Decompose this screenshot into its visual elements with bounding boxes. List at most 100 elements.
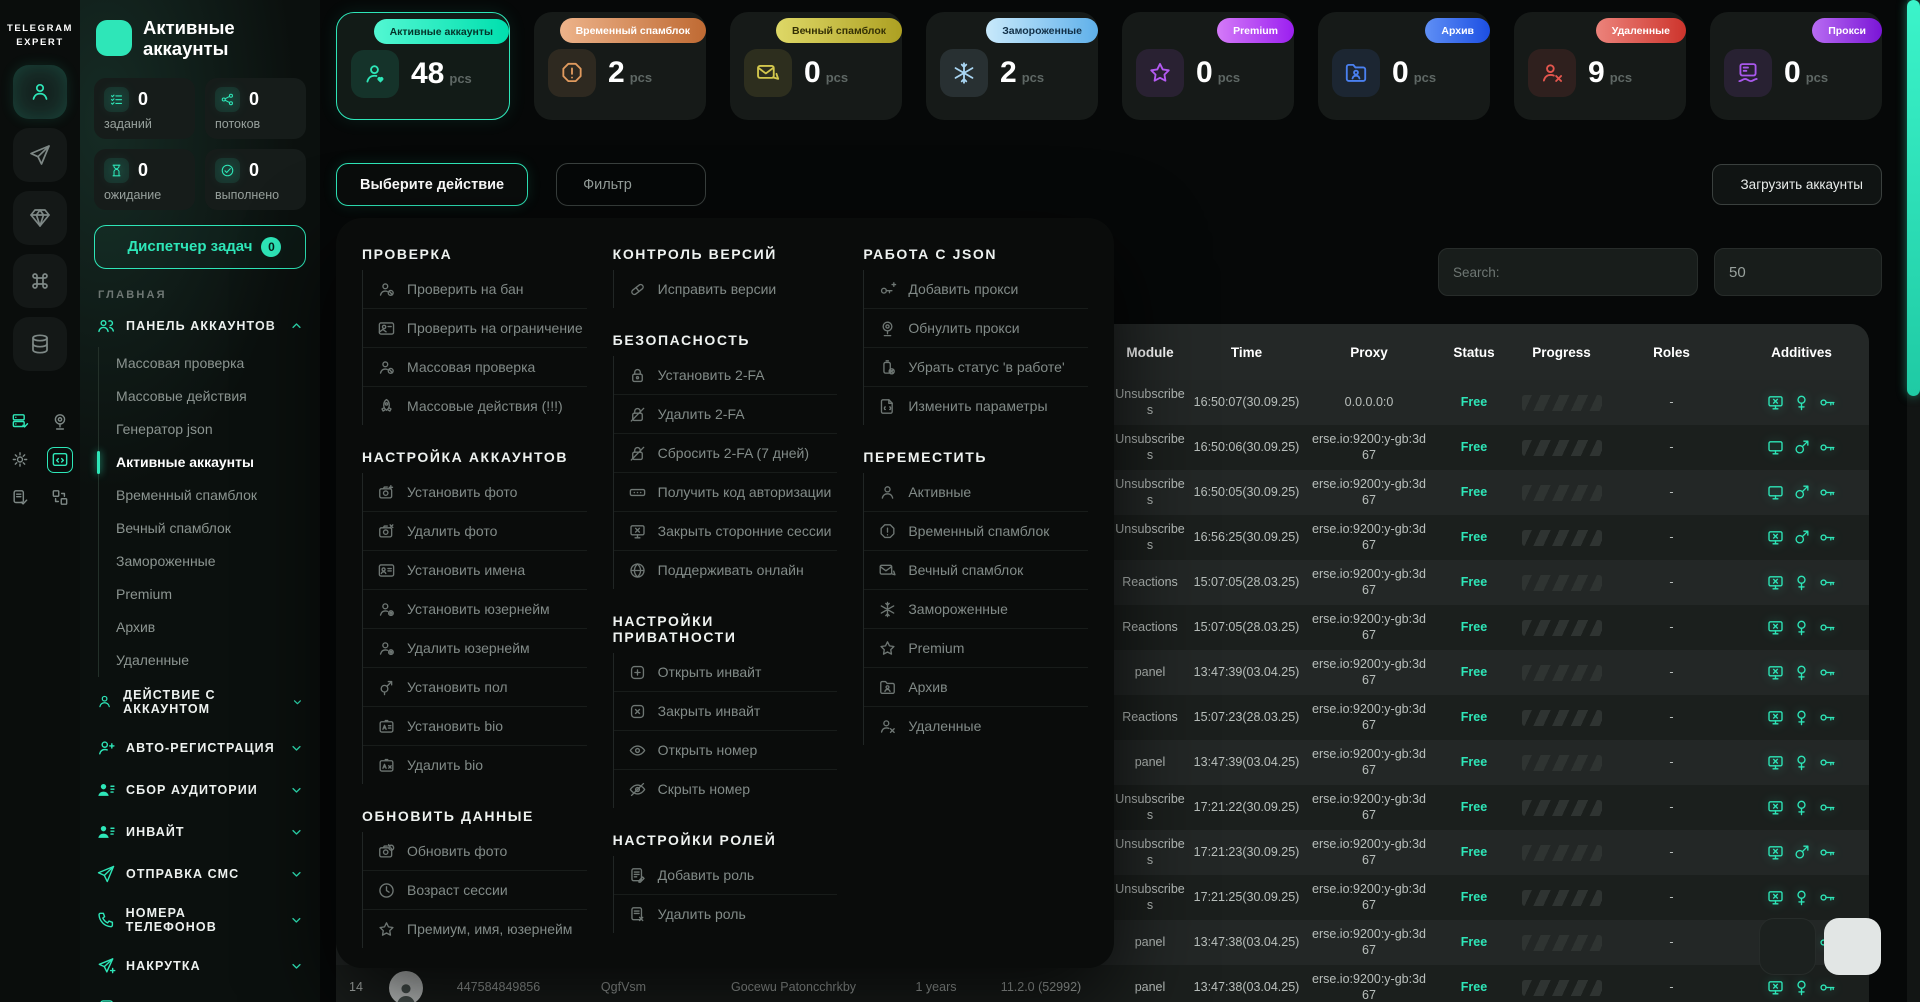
sidebar-subitem-Активные аккаунты[interactable]: Активные аккаунты: [99, 446, 320, 479]
table-row[interactable]: 14447584849856QgfVsmGocewu Patoncchrkby1…: [336, 965, 1869, 1002]
menu-item-Массовая проверка[interactable]: Массовая проверка: [363, 348, 587, 387]
menu-item-Проверить на бан[interactable]: Проверить на бан: [363, 270, 587, 309]
menu-item-Убрать статус 'в работе'[interactable]: Убрать статус 'в работе': [864, 348, 1088, 387]
progress-bar: [1522, 845, 1602, 861]
menu-item-Массовые действия (!!!)[interactable]: Массовые действия (!!!): [363, 387, 587, 425]
cell-time: 15:07:05(28.03.25): [1189, 620, 1304, 636]
sidebar-subitem-Массовая проверка[interactable]: Массовая проверка: [99, 347, 320, 380]
menu-item-Исправить версии[interactable]: Исправить версии: [614, 270, 838, 308]
menu-item-Обновить фото[interactable]: Обновить фото: [363, 832, 587, 871]
rail-item-tools[interactable]: [13, 254, 67, 308]
menu-item-Открыть номер[interactable]: Открыть номер: [614, 731, 838, 770]
rail-tool-document-check[interactable]: [7, 485, 33, 511]
status-card-Временный спамблок[interactable]: Временный спамблок2pcs: [534, 12, 706, 120]
sidebar-subitem-Массовые действия[interactable]: Массовые действия: [99, 380, 320, 413]
status-card-Premium[interactable]: Premium0pcs: [1122, 12, 1294, 120]
sidebar-subitem-Удаленные[interactable]: Удаленные: [99, 644, 320, 677]
menu-item-Установить имена[interactable]: Установить имена: [363, 551, 587, 590]
menu-item-Установить bio[interactable]: Установить bio: [363, 707, 587, 746]
status-card-Архив[interactable]: Архив0pcs: [1318, 12, 1490, 120]
scroll-to-bottom-button[interactable]: [1759, 918, 1816, 975]
sidebar-subitem-Вечный спамблок[interactable]: Вечный спамблок: [99, 512, 320, 545]
progress-bar: [1522, 395, 1602, 411]
rail-item-accounts[interactable]: [13, 65, 67, 119]
menu-item-Проверить на ограничение[interactable]: Проверить на ограничение: [363, 309, 587, 348]
menu-item-label: Закрыть инвайт: [658, 703, 761, 719]
menu-item-Обнулить прокси[interactable]: Обнулить прокси: [864, 309, 1088, 348]
menu-item-Удалить фото[interactable]: Удалить фото: [363, 512, 587, 551]
menu-item-Премиум, имя, юзернейм[interactable]: Премиум, имя, юзернейм: [363, 910, 587, 948]
cell-module: Unsubscribes: [1111, 387, 1189, 418]
sidebar-subitem-Premium[interactable]: Premium: [99, 578, 320, 611]
menu-item-Добавить прокси[interactable]: Добавить прокси: [864, 270, 1088, 309]
rail-tool-qr-transfer[interactable]: [47, 485, 73, 511]
page-size-select[interactable]: 50: [1714, 248, 1882, 296]
menu-item-Открыть инвайт[interactable]: Открыть инвайт: [614, 653, 838, 692]
sidebar-subitem-Замороженные[interactable]: Замороженные: [99, 545, 320, 578]
menu-item-Удаленные[interactable]: Удаленные: [864, 707, 1088, 745]
menu-item-Premium[interactable]: Premium: [864, 629, 1088, 668]
status-card-Вечный спамблок[interactable]: Вечный спамблок0pcs: [730, 12, 902, 120]
menu-item-Закрыть сторонние сессии[interactable]: Закрыть сторонние сессии: [614, 512, 838, 551]
sidebar-item-КНИГА КОНТАКТОВ[interactable]: КНИГА КОНТАКТОВ: [80, 987, 320, 1002]
menu-item-Замороженные[interactable]: Замороженные: [864, 590, 1088, 629]
rail-tool-settings[interactable]: [7, 447, 33, 473]
menu-item-Получить код авторизации[interactable]: Получить код авторизации: [614, 473, 838, 512]
menu-item-Установить 2-FA[interactable]: Установить 2-FA: [614, 356, 838, 395]
rail-item-premium[interactable]: [13, 191, 67, 245]
dispatcher-badge: 0: [261, 237, 281, 257]
cell-status: Free: [1434, 935, 1514, 951]
menu-item-Активные[interactable]: Активные: [864, 473, 1088, 512]
scroll-to-top-button[interactable]: [1824, 918, 1881, 975]
status-card-Активные аккаунты[interactable]: Активные аккаунты48pcs: [336, 12, 510, 120]
search-input[interactable]: [1438, 248, 1698, 296]
menu-item-Возраст сессии[interactable]: Возраст сессии: [363, 871, 587, 910]
sidebar-item-ОТПРАВКА СМС[interactable]: ОТПРАВКА СМС: [80, 853, 320, 895]
menu-item-Изменить параметры[interactable]: Изменить параметры: [864, 387, 1088, 425]
menu-item-Поддерживать онлайн[interactable]: Поддерживать онлайн: [614, 551, 838, 589]
menu-item-Установить фото[interactable]: Установить фото: [363, 473, 587, 512]
sidebar-item-НОМЕРА ТЕЛЕФОНОВ[interactable]: НОМЕРА ТЕЛЕФОНОВ: [80, 895, 320, 945]
menu-item-Удалить роль[interactable]: Удалить роль: [614, 895, 838, 933]
rail-tool-webcam[interactable]: [47, 409, 73, 435]
menu-section-title: НАСТРОЙКИ РОЛЕЙ: [613, 832, 838, 848]
sidebar-subitem-Архив[interactable]: Архив: [99, 611, 320, 644]
female-icon: [1792, 888, 1811, 907]
select-action-button[interactable]: Выберите действие: [336, 163, 528, 206]
menu-item-Архив[interactable]: Архив: [864, 668, 1088, 707]
menu-item-Закрыть инвайт[interactable]: Закрыть инвайт: [614, 692, 838, 731]
cell-module: Unsubscribes: [1111, 792, 1189, 823]
scrollbar-thumb[interactable]: [1907, 0, 1920, 396]
menu-item-Установить пол[interactable]: Установить пол: [363, 668, 587, 707]
octagon-alert-icon: [878, 522, 897, 541]
task-dispatcher-button[interactable]: Диспетчер задач 0: [94, 225, 306, 269]
upload-accounts-button[interactable]: Загрузить аккаунты: [1712, 164, 1882, 205]
menu-item-Удалить юзернейм[interactable]: Удалить юзернейм: [363, 629, 587, 668]
sidebar-item-НАКРУТКА[interactable]: НАКРУТКА: [80, 945, 320, 987]
sidebar-subitem-Генератор json[interactable]: Генератор json: [99, 413, 320, 446]
status-card-Прокси[interactable]: Прокси0pcs: [1710, 12, 1882, 120]
rail-tool-code-window[interactable]: [47, 447, 73, 473]
status-card-Замороженные[interactable]: Замороженные2pcs: [926, 12, 1098, 120]
menu-item-Удалить bio[interactable]: Удалить bio: [363, 746, 587, 784]
cell-phone: 447584849856: [436, 980, 561, 996]
status-card-Удаленные[interactable]: Удаленные9pcs: [1514, 12, 1686, 120]
rail-tool-server-check[interactable]: [7, 409, 33, 435]
rail-item-database[interactable]: [13, 317, 67, 371]
sidebar-subitem-Временный спамблок[interactable]: Временный спамблок: [99, 479, 320, 512]
menu-item-Удалить 2-FA[interactable]: Удалить 2-FA: [614, 395, 838, 434]
sidebar-item-АВТО-РЕГИСТРАЦИЯ[interactable]: АВТО-РЕГИСТРАЦИЯ: [80, 727, 320, 769]
sidebar-item-ИНВАЙТ[interactable]: ИНВАЙТ: [80, 811, 320, 853]
menu-item-Скрыть номер[interactable]: Скрыть номер: [614, 770, 838, 808]
sidebar-item-accounts-panel[interactable]: ПАНЕЛЬ АККАУНТОВ: [80, 305, 320, 347]
menu-item-Вечный спамблок[interactable]: Вечный спамблок: [864, 551, 1088, 590]
filter-dropdown[interactable]: Фильтр: [556, 163, 706, 206]
menu-item-Временный спамблок[interactable]: Временный спамблок: [864, 512, 1088, 551]
rail-item-sender[interactable]: [13, 128, 67, 182]
menu-item-Установить юзернейм[interactable]: Установить юзернейм: [363, 590, 587, 629]
sidebar-item-ДЕЙСТВИЕ С АККАУНТОМ[interactable]: ДЕЙСТВИЕ С АККАУНТОМ: [80, 677, 320, 727]
menu-item-Добавить роль[interactable]: Добавить роль: [614, 856, 838, 895]
sidebar-item-СБОР АУДИТОРИИ[interactable]: СБОР АУДИТОРИИ: [80, 769, 320, 811]
person-heart-icon: [351, 50, 399, 98]
menu-item-Сбросить 2-FA (7 дней)[interactable]: Сбросить 2-FA (7 дней): [614, 434, 838, 473]
